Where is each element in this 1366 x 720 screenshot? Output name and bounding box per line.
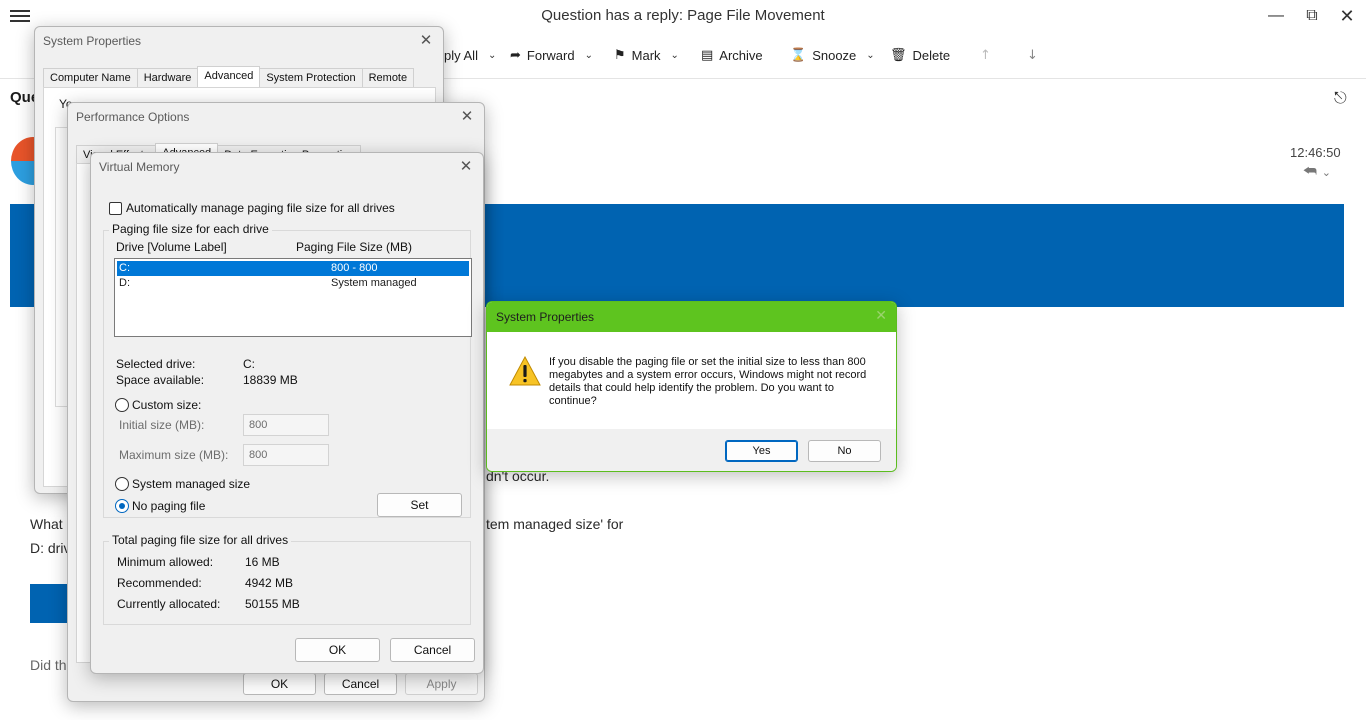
archive-button[interactable]: ▤ Archive (701, 45, 763, 65)
set-button[interactable]: Set (377, 493, 462, 517)
body-text-what: What (30, 516, 63, 532)
reply-all-label: ply All (444, 47, 478, 63)
col-size-header: Paging File Size (MB) (296, 240, 413, 254)
close-icon[interactable]: ✕ (1332, 4, 1362, 28)
mark-button[interactable]: ⚑ Mark ⌄ (614, 45, 679, 65)
currently-allocated-label: Currently allocated: (117, 597, 221, 611)
total-group-label: Total paging file size for all drives (109, 533, 292, 547)
flag-icon: ⚑ (614, 47, 626, 63)
snooze-icon: ⌛ (790, 47, 807, 63)
selected-drive-label: Selected drive: (116, 357, 196, 371)
paging-group-label: Paging file size for each drive (109, 222, 272, 236)
dialog-title: System Properties (43, 34, 142, 48)
dialog-title: Virtual Memory (99, 160, 180, 174)
trash-icon: 🗑 (890, 47, 907, 63)
chevron-down-icon: ⌄ (487, 49, 497, 61)
drive-size: System managed (331, 277, 417, 289)
tab-computer-name[interactable]: Computer Name (43, 68, 138, 89)
drive-list[interactable]: C: 800 - 800 D: System managed (114, 258, 472, 337)
dialog-title: System Properties (496, 310, 595, 324)
close-icon[interactable]: ✕ (875, 308, 887, 324)
system-managed-radio[interactable] (115, 477, 129, 491)
auto-manage-label[interactable]: Automatically manage paging file size fo… (126, 201, 395, 215)
initial-size-field[interactable]: 800 (243, 414, 329, 436)
close-icon[interactable]: ✕ (458, 107, 476, 125)
no-paging-file-radio[interactable] (115, 499, 129, 513)
minimize-icon[interactable]: — (1261, 4, 1291, 28)
ok-button[interactable]: OK (243, 673, 316, 695)
chevron-down-icon: ⌄ (670, 49, 679, 61)
archive-label: Archive (719, 47, 763, 63)
forward-button[interactable]: ➦ Forward ⌄ (510, 45, 593, 65)
forward-icon: ➦ (510, 47, 521, 63)
space-available-label: Space available: (116, 373, 205, 387)
add-tag-icon[interactable]: ⎋ (1334, 88, 1347, 108)
virtual-memory-dialog: Virtual Memory ✕ Automatically manage pa… (90, 152, 484, 674)
auto-manage-checkbox[interactable] (109, 202, 122, 215)
window-title: Question has a reply: Page File Movement (541, 7, 825, 24)
minimum-allowed-value: 16 MB (245, 555, 280, 569)
close-icon[interactable]: ✕ (457, 157, 475, 175)
recommended-label: Recommended: (117, 576, 202, 590)
apply-button[interactable]: Apply (405, 673, 478, 695)
tab-remote[interactable]: Remote (361, 68, 415, 89)
selected-drive-value: C: (243, 357, 255, 371)
list-item[interactable]: D: System managed (117, 276, 469, 291)
tab-hardware[interactable]: Hardware (136, 68, 199, 89)
initial-size-label: Initial size (MB): (119, 418, 205, 432)
cancel-button[interactable]: Cancel (324, 673, 397, 695)
yes-button[interactable]: Yes (725, 440, 798, 462)
cancel-button[interactable]: Cancel (390, 638, 475, 662)
archive-icon: ▤ (701, 47, 714, 63)
minimum-allowed-label: Minimum allowed: (117, 555, 214, 569)
chevron-down-icon: ⌄ (584, 49, 593, 61)
tab-system-protection[interactable]: System Protection (259, 68, 363, 89)
drive-size: 800 - 800 (331, 262, 378, 274)
dialog-title: Performance Options (76, 110, 190, 124)
snooze-label: Snooze (812, 47, 857, 63)
space-available-value: 18839 MB (243, 373, 298, 387)
system-managed-label[interactable]: System managed size (132, 477, 250, 491)
snooze-button[interactable]: ⌛ Snooze ⌄ (790, 45, 875, 65)
delete-label: Delete (912, 47, 951, 63)
arrow-up-icon[interactable]: ↑ (980, 45, 991, 65)
message-time: 12:46:50 (1290, 145, 1341, 160)
restore-icon[interactable]: ⧉ (1297, 4, 1327, 28)
mark-label: Mark (631, 47, 661, 63)
paging-warning-dialog: System Properties ✕ If you disable the p… (486, 301, 897, 472)
reply-all-button[interactable]: ply All ⌄ (444, 45, 496, 65)
ok-button[interactable]: OK (295, 638, 380, 662)
tab-advanced[interactable]: Advanced (197, 66, 261, 87)
list-item[interactable]: C: 800 - 800 (116, 260, 470, 277)
drive-letter: D: (119, 277, 130, 289)
currently-allocated-value: 50155 MB (245, 597, 300, 611)
delete-button[interactable]: 🗑 Delete (890, 45, 950, 65)
recommended-value: 4942 MB (245, 576, 294, 590)
reply-icon[interactable]: ⮪ ⌄ (1303, 162, 1331, 180)
maximum-size-label: Maximum size (MB): (119, 448, 229, 462)
body-action-button[interactable] (30, 584, 70, 623)
no-button[interactable]: No (808, 440, 881, 462)
col-drive-header: Drive [Volume Label] (116, 240, 227, 254)
body-text-did: Did th (30, 657, 67, 673)
warning-message: If you disable the paging file or set th… (549, 356, 867, 407)
no-paging-file-label[interactable]: No paging file (132, 499, 205, 513)
close-icon[interactable]: ✕ (417, 31, 435, 49)
custom-size-radio[interactable] (115, 398, 129, 412)
forward-label: Forward (526, 47, 575, 63)
maximum-size-field[interactable]: 800 (243, 444, 329, 466)
warning-icon (509, 356, 541, 386)
custom-size-label[interactable]: Custom size: (132, 398, 201, 412)
body-text-managed: tem managed size' for (486, 516, 624, 532)
chevron-down-icon: ⌄ (866, 49, 875, 61)
drive-letter: C: (119, 262, 130, 274)
arrow-down-icon[interactable]: ↓ (1027, 45, 1038, 65)
body-text-drive: D: driv (30, 540, 71, 556)
